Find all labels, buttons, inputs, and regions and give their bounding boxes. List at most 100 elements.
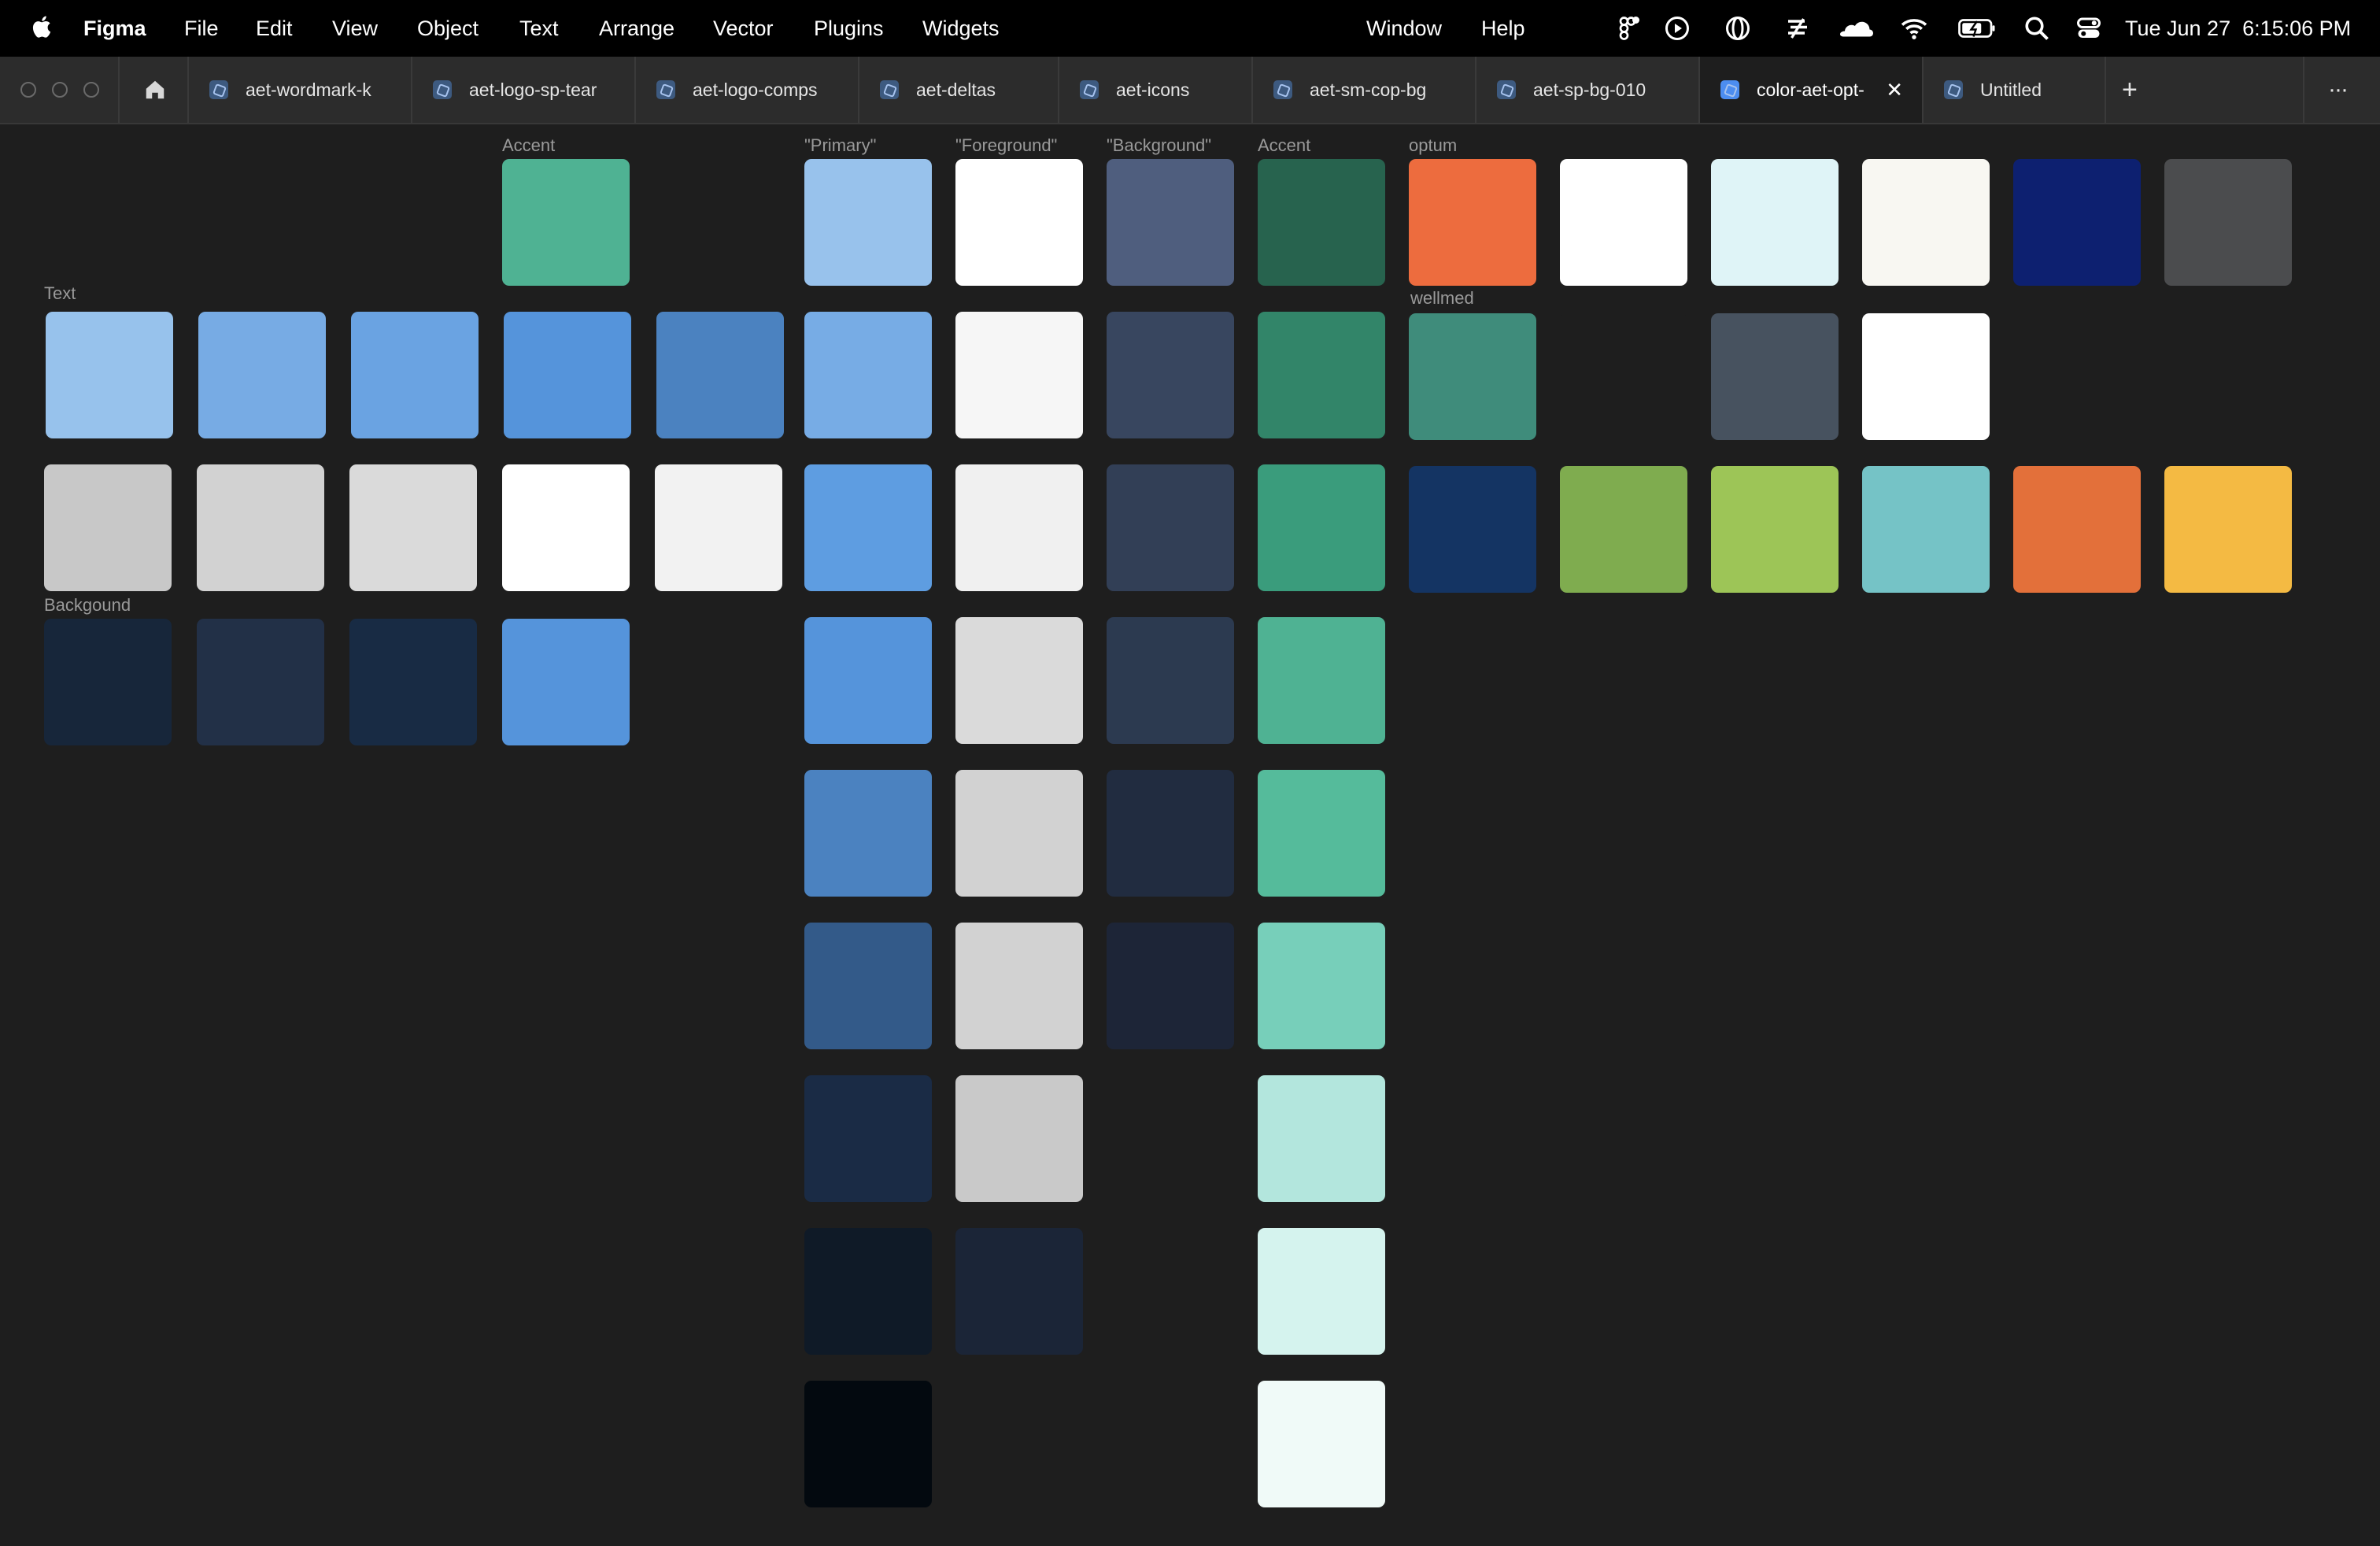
- swatch-primary[interactable]: [804, 159, 932, 286]
- window-close-button[interactable]: [20, 82, 36, 98]
- swatch-brand[interactable]: [1560, 466, 1687, 593]
- new-tab-button[interactable]: +: [2106, 57, 2155, 123]
- menu-file[interactable]: File: [184, 0, 219, 57]
- swatch-foreground[interactable]: [955, 312, 1083, 438]
- swatch-text[interactable]: [198, 312, 326, 438]
- swatch-optum[interactable]: [1862, 159, 1990, 286]
- swatch-accent[interactable]: [1258, 1228, 1385, 1355]
- swatch-primary[interactable]: [804, 1075, 932, 1202]
- swatch-wellmed[interactable]: [1862, 313, 1990, 440]
- swatch-primary[interactable]: [804, 464, 932, 591]
- menu-help[interactable]: Help: [1481, 0, 1525, 57]
- swatch-brand[interactable]: [1711, 466, 1839, 593]
- swatch-neutral[interactable]: [655, 464, 782, 591]
- swatch-optum[interactable]: [1711, 159, 1839, 286]
- swatch-background-col[interactable]: [1107, 770, 1234, 897]
- swatch-text[interactable]: [504, 312, 631, 438]
- window-zoom-button[interactable]: [83, 82, 99, 98]
- swatch-wellmed[interactable]: [1560, 313, 1687, 440]
- swatch-primary[interactable]: [804, 312, 932, 438]
- swatch-text[interactable]: [351, 312, 479, 438]
- swatch-accent[interactable]: [1258, 1075, 1385, 1202]
- swatch-foreground[interactable]: [955, 770, 1083, 897]
- swatch-accent-left[interactable]: [502, 159, 630, 286]
- swatch-background[interactable]: [349, 619, 477, 745]
- menu-widgets[interactable]: Widgets: [922, 0, 1000, 57]
- swatch-foreground[interactable]: [955, 464, 1083, 591]
- swatch-accent[interactable]: [1258, 312, 1385, 438]
- swatch-background[interactable]: [44, 619, 172, 745]
- cloud-icon[interactable]: [1834, 14, 1875, 43]
- swatch-background-col[interactable]: [1107, 159, 1234, 286]
- menu-arrange[interactable]: Arrange: [599, 0, 674, 57]
- swatch-accent[interactable]: [1258, 770, 1385, 897]
- swatch-accent[interactable]: [1258, 464, 1385, 591]
- wifi-icon[interactable]: [1900, 14, 1928, 43]
- tab-aet-sm-cop-bg[interactable]: aet-sm-cop-bg: [1253, 57, 1476, 123]
- tab-aet-sp-bg-010[interactable]: aet-sp-bg-010: [1476, 57, 1700, 123]
- menu-text[interactable]: Text: [519, 0, 559, 57]
- figma-canvas[interactable]: Accent Text Backgound "Primary" "Foregro…: [0, 124, 2380, 1546]
- swatch-neutral[interactable]: [197, 464, 324, 591]
- swatch-primary[interactable]: [804, 1228, 932, 1355]
- menu-app-figma[interactable]: Figma: [83, 0, 146, 57]
- more-menu-button[interactable]: ···: [2303, 57, 2380, 123]
- figma-menu-icon[interactable]: [1613, 14, 1642, 43]
- swatch-neutral[interactable]: [44, 464, 172, 591]
- swatch-primary[interactable]: [804, 617, 932, 744]
- menu-window[interactable]: Window: [1366, 0, 1442, 57]
- menu-plugins[interactable]: Plugins: [814, 0, 884, 57]
- swatch-background-col[interactable]: [1107, 923, 1234, 1049]
- swatch-accent[interactable]: [1258, 923, 1385, 1049]
- swatch-background-col[interactable]: [1107, 312, 1234, 438]
- stack-icon[interactable]: [1783, 14, 1812, 43]
- tab-aet-wordmark[interactable]: aet-wordmark-k: [189, 57, 412, 123]
- swatch-optum[interactable]: [2164, 159, 2292, 286]
- menu-view[interactable]: View: [332, 0, 378, 57]
- swatch-foreground[interactable]: [955, 923, 1083, 1049]
- swatch-primary[interactable]: [804, 770, 932, 897]
- tab-aet-logo-sp-tear[interactable]: aet-logo-sp-tear: [412, 57, 636, 123]
- swatch-accent[interactable]: [1258, 1381, 1385, 1507]
- window-minimize-button[interactable]: [52, 82, 68, 98]
- swatch-brand[interactable]: [2013, 466, 2141, 593]
- swatch-primary[interactable]: [804, 1381, 932, 1507]
- swatch-brand[interactable]: [1862, 466, 1990, 593]
- swatch-brand[interactable]: [1409, 466, 1536, 593]
- tab-untitled[interactable]: Untitled: [1924, 57, 2106, 123]
- tab-aet-logo-comps[interactable]: aet-logo-comps: [636, 57, 859, 123]
- swatch-brand[interactable]: [2164, 466, 2292, 593]
- tab-aet-icons[interactable]: aet-icons: [1059, 57, 1253, 123]
- home-tab[interactable]: [118, 57, 189, 123]
- swatch-foreground[interactable]: [955, 1228, 1083, 1355]
- play-circle-icon[interactable]: [1663, 14, 1691, 43]
- swatch-neutral[interactable]: [502, 464, 630, 591]
- swatch-text[interactable]: [46, 312, 173, 438]
- menu-vector[interactable]: Vector: [713, 0, 774, 57]
- search-icon[interactable]: [2023, 14, 2051, 43]
- swatch-wellmed[interactable]: [1711, 313, 1839, 440]
- swatch-optum[interactable]: [1409, 159, 1536, 286]
- swatch-optum[interactable]: [2013, 159, 2141, 286]
- swatch-text[interactable]: [656, 312, 784, 438]
- menu-edit[interactable]: Edit: [256, 0, 293, 57]
- swatch-neutral[interactable]: [349, 464, 477, 591]
- swatch-wellmed[interactable]: [1409, 313, 1536, 440]
- menu-object[interactable]: Object: [417, 0, 479, 57]
- close-tab-icon[interactable]: ✕: [1886, 78, 1903, 102]
- globe-icon[interactable]: [1724, 14, 1752, 43]
- swatch-background-col[interactable]: [1107, 617, 1234, 744]
- clock[interactable]: Tue Jun 27 6:15:06 PM: [2125, 0, 2351, 57]
- apple-icon[interactable]: [28, 13, 57, 41]
- swatch-accent[interactable]: [1258, 159, 1385, 286]
- swatch-foreground[interactable]: [955, 1075, 1083, 1202]
- swatch-foreground[interactable]: [955, 617, 1083, 744]
- tab-aet-deltas[interactable]: aet-deltas: [859, 57, 1059, 123]
- swatch-background-col[interactable]: [1107, 464, 1234, 591]
- control-center-icon[interactable]: [2075, 14, 2103, 43]
- swatch-primary[interactable]: [804, 923, 932, 1049]
- swatch-background[interactable]: [502, 619, 630, 745]
- tab-color-aet-opt[interactable]: color-aet-opt- ✕: [1700, 57, 1924, 123]
- swatch-accent[interactable]: [1258, 617, 1385, 744]
- swatch-optum[interactable]: [1560, 159, 1687, 286]
